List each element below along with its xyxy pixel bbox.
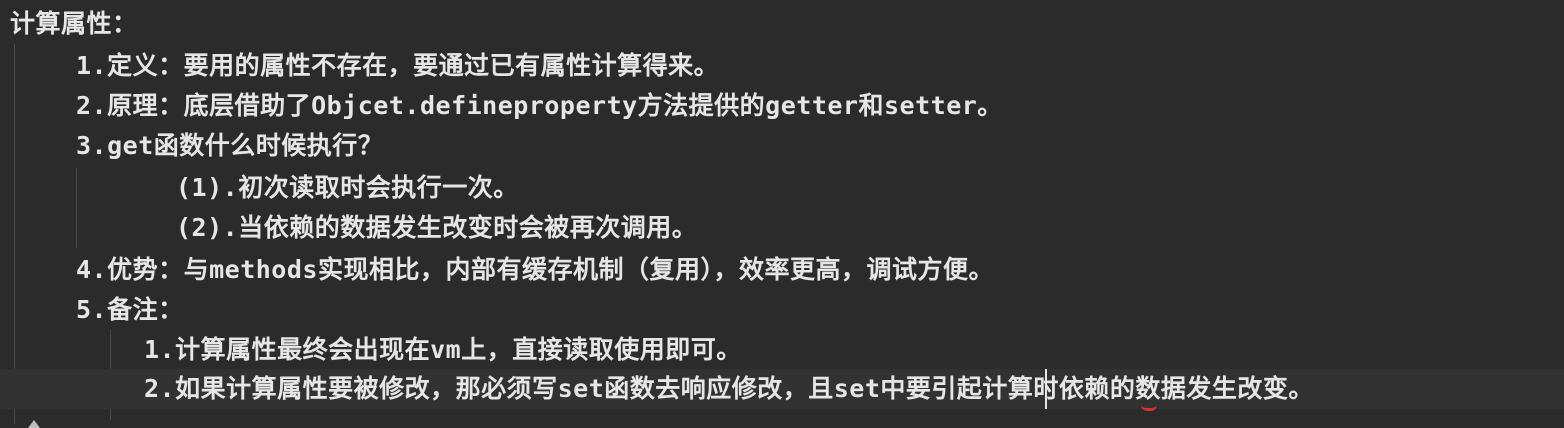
spellcheck-underline <box>1141 404 1157 411</box>
text-caret <box>1045 369 1047 409</box>
line-text: 5.备注： <box>76 295 184 324</box>
editor-line-10-current[interactable]: 2.如果计算属性要被修改，那必须写set函数去响应修改，且set中要引起计算时依… <box>0 369 1564 409</box>
editor-line-4[interactable]: 3.get函数什么时候执行？ <box>0 126 1564 166</box>
editor-line-3[interactable]: 2.原理：底层借助了Objcet.defineproperty方法提供的gett… <box>0 86 1564 126</box>
line-text: (1).初次读取时会执行一次。 <box>176 173 519 202</box>
editor-line-9[interactable]: 1.计算属性最终会出现在vm上，直接读取使用即可。 <box>0 330 1564 370</box>
editor-line-8[interactable]: 5.备注： <box>0 290 1564 330</box>
mouse-pointer-icon <box>28 420 40 428</box>
line-text: 计算属性： <box>10 9 138 38</box>
editor-line-1[interactable]: 计算属性： <box>0 4 1564 44</box>
editor-line-7[interactable]: 4.优势：与methods实现相比，内部有缓存机制（复用），效率更高，调试方便。 <box>0 250 1564 290</box>
code-editor[interactable]: 计算属性： 1.定义：要用的属性不存在，要通过已有属性计算得来。 2.原理：底层… <box>0 0 1564 428</box>
editor-line-5[interactable]: (1).初次读取时会执行一次。 <box>0 168 1564 208</box>
editor-line-6[interactable]: (2).当依赖的数据发生改变时会被再次调用。 <box>0 208 1564 248</box>
line-text: 3.get函数什么时候执行？ <box>76 131 384 160</box>
line-text: 1.定义：要用的属性不存在，要通过已有属性计算得来。 <box>76 51 720 80</box>
line-text: 4.优势：与methods实现相比，内部有缓存机制（复用），效率更高，调试方便。 <box>76 255 994 284</box>
editor-line-2[interactable]: 1.定义：要用的属性不存在，要通过已有属性计算得来。 <box>0 46 1564 86</box>
line-text: 1.计算属性最终会出现在vm上，直接读取使用即可。 <box>144 335 742 364</box>
line-text: 2.如果计算属性要被修改，那必须写set函数去响应修改，且set中要引起计算时依… <box>144 374 1314 403</box>
line-text: 2.原理：底层借助了Objcet.defineproperty方法提供的gett… <box>76 91 1003 120</box>
line-text: (2).当依赖的数据发生改变时会被再次调用。 <box>176 213 698 242</box>
